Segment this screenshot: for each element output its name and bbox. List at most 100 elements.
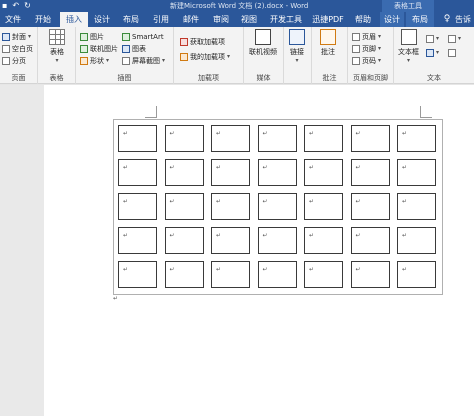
comment-icon (320, 29, 336, 45)
table-cell[interactable]: ↵ (304, 125, 343, 152)
table-cell[interactable]: ↵ (397, 159, 436, 186)
table-cell[interactable]: ↵ (211, 193, 250, 220)
my-addins-button[interactable]: 我的加载项 ▾ (180, 51, 230, 62)
tab-references[interactable]: 引用 (148, 12, 174, 27)
tab-xunjie-pdf[interactable]: 迅捷PDF (308, 12, 348, 27)
table-cell[interactable]: ↵ (397, 261, 436, 288)
tab-review[interactable]: 审阅 (208, 12, 234, 27)
table-cell[interactable]: ↵ (211, 125, 250, 152)
textbox-button[interactable]: 文本框 ▾ (398, 29, 419, 64)
table-cell[interactable]: ↵ (350, 227, 390, 254)
table-cell[interactable]: ↵ (118, 227, 157, 254)
get-addins-button[interactable]: 获取加载项 (180, 36, 225, 47)
table-cell[interactable]: ↵ (164, 261, 204, 288)
table-cell[interactable]: ↵ (211, 159, 250, 186)
pictures-button[interactable]: 图片 (80, 31, 104, 42)
tab-developer[interactable]: 开发工具 (266, 12, 306, 27)
footer-button[interactable]: 页脚 ▾ (352, 43, 381, 54)
table-button[interactable]: 表格 ▾ (49, 29, 65, 64)
signature-icon (448, 34, 456, 43)
comment-button[interactable]: 批注 (320, 29, 336, 57)
screenshot-icon (122, 56, 130, 65)
smartart-button[interactable]: SmartArt (122, 31, 164, 42)
table-cell[interactable]: ↵ (304, 193, 343, 220)
table-cell[interactable]: ↵ (257, 125, 297, 152)
table-cell[interactable]: ↵ (164, 227, 204, 254)
quick-parts-button[interactable]: ▾ (426, 33, 439, 44)
table-cell[interactable]: ↵ (304, 159, 343, 186)
document-page[interactable]: ↵ ↵ ↵ ↵ ↵ ↵ ↵ ↵ ↵ ↵ ↵ ↵ ↵ ↵ ↵ ↵ ↵ ↵ ↵ ↵ ↵ ↵ ↵ ↵ ↵ ↵ ↵ ↵ ↵ ↵ ↵ ↵ ↵ ↵ ↵ ↵ (44, 85, 474, 416)
tab-mailings[interactable]: 邮件 (178, 12, 204, 27)
table-cell[interactable]: ↵ (118, 159, 157, 186)
table-cell[interactable]: ↵ (397, 193, 436, 220)
table-cell[interactable]: ↵ (211, 227, 250, 254)
cell-end-mark: ↵ (355, 130, 361, 137)
table-cell[interactable]: ↵ (350, 193, 390, 220)
wordart-button[interactable]: ▾ (426, 47, 439, 58)
group-addins: 获取加载项 我的加载项 ▾ 加载项 (174, 27, 244, 84)
table-cell[interactable]: ↵ (304, 261, 343, 288)
screenshot-button[interactable]: 屏幕截图 ▾ (122, 55, 165, 66)
lightbulb-icon[interactable]: ♀ (442, 14, 452, 25)
online-video-button[interactable]: 联机视频 (249, 29, 277, 57)
cell-end-mark: ↵ (309, 232, 315, 239)
cover-page-button[interactable]: 封面 ▾ (2, 31, 31, 42)
chart-button[interactable]: 图表 (122, 43, 146, 54)
table-cell[interactable]: ↵ (118, 193, 157, 220)
group-label-addins: 加载项 (198, 74, 219, 82)
table-cell[interactable]: ↵ (257, 159, 297, 186)
tab-design[interactable]: 设计 (90, 12, 114, 27)
shapes-button[interactable]: 形状 ▾ (80, 55, 109, 66)
online-pictures-button[interactable]: 联机图片 (80, 43, 118, 54)
cell-end-mark: ↵ (355, 198, 361, 205)
cell-end-mark: ↵ (355, 164, 361, 171)
table-cell[interactable]: ↵ (164, 159, 204, 186)
table-cell[interactable]: ↵ (118, 125, 157, 152)
undo-icon[interactable]: ↶ (12, 0, 19, 12)
tab-table-layout[interactable]: 布局 (406, 12, 434, 27)
header-icon (352, 32, 360, 41)
redo-icon[interactable]: ↻ (24, 0, 31, 12)
table-cell[interactable]: ↵ (350, 159, 390, 186)
cell-end-mark: ↵ (216, 198, 222, 205)
group-label-text: 文本 (427, 74, 441, 82)
signature-line-button[interactable]: ▾ (448, 33, 461, 44)
blank-page-button[interactable]: 空白页 (2, 43, 33, 54)
group-label-comments: 批注 (322, 74, 337, 82)
page-break-icon (2, 56, 10, 65)
tell-me-label[interactable]: 告诉 (455, 12, 471, 27)
table-cell[interactable]: ↵ (211, 261, 250, 288)
table-cell[interactable]: ↵ (397, 125, 436, 152)
tab-layout[interactable]: 布局 (118, 12, 144, 27)
date-time-button[interactable] (448, 47, 456, 58)
table-cell[interactable]: ↵ (164, 193, 204, 220)
table-cell[interactable]: ↵ (118, 261, 157, 288)
cell-end-mark: ↵ (123, 130, 129, 137)
cell-end-mark: ↵ (402, 164, 408, 171)
links-button[interactable]: 链接 ▾ (289, 29, 305, 64)
table-cell[interactable]: ↵ (257, 193, 297, 220)
document-table[interactable]: ↵ ↵ ↵ ↵ ↵ ↵ ↵ ↵ ↵ ↵ ↵ ↵ ↵ ↵ ↵ ↵ ↵ ↵ ↵ ↵ ↵ ↵ ↵ ↵ ↵ ↵ ↵ ↵ ↵ ↵ ↵ ↵ ↵ ↵ ↵ (113, 119, 443, 295)
header-button[interactable]: 页眉 ▾ (352, 31, 381, 42)
page-break-button[interactable]: 分页 (2, 55, 26, 66)
table-cell[interactable]: ↵ (164, 125, 204, 152)
link-icon (289, 29, 305, 45)
table-cell[interactable]: ↵ (257, 227, 297, 254)
table-cell[interactable]: ↵ (397, 227, 436, 254)
table-cell[interactable]: ↵ (304, 227, 343, 254)
page-number-button[interactable]: 页码 ▾ (352, 55, 381, 66)
table-cell[interactable]: ↵ (257, 261, 297, 288)
tab-file[interactable]: 文件 (0, 12, 26, 27)
tab-table-design[interactable]: 设计 (380, 12, 404, 27)
table-cell[interactable]: ↵ (350, 125, 390, 152)
tab-home[interactable]: 开始 (30, 12, 56, 27)
video-icon (255, 29, 271, 45)
tab-help[interactable]: 帮助 (350, 12, 376, 27)
table-cell[interactable]: ↵ (350, 261, 390, 288)
tab-insert[interactable]: 插入 (60, 12, 88, 27)
document-area: ↵ ↵ ↵ ↵ ↵ ↵ ↵ ↵ ↵ ↵ ↵ ↵ ↵ ↵ ↵ ↵ ↵ ↵ ↵ ↵ ↵ ↵ ↵ ↵ ↵ ↵ ↵ ↵ ↵ ↵ ↵ ↵ ↵ ↵ ↵ ↵ (0, 85, 474, 416)
save-icon[interactable]: ▪ (2, 0, 7, 12)
tab-view[interactable]: 视图 (236, 12, 262, 27)
group-label-media: 媒体 (256, 74, 271, 82)
cover-page-icon (2, 32, 10, 41)
